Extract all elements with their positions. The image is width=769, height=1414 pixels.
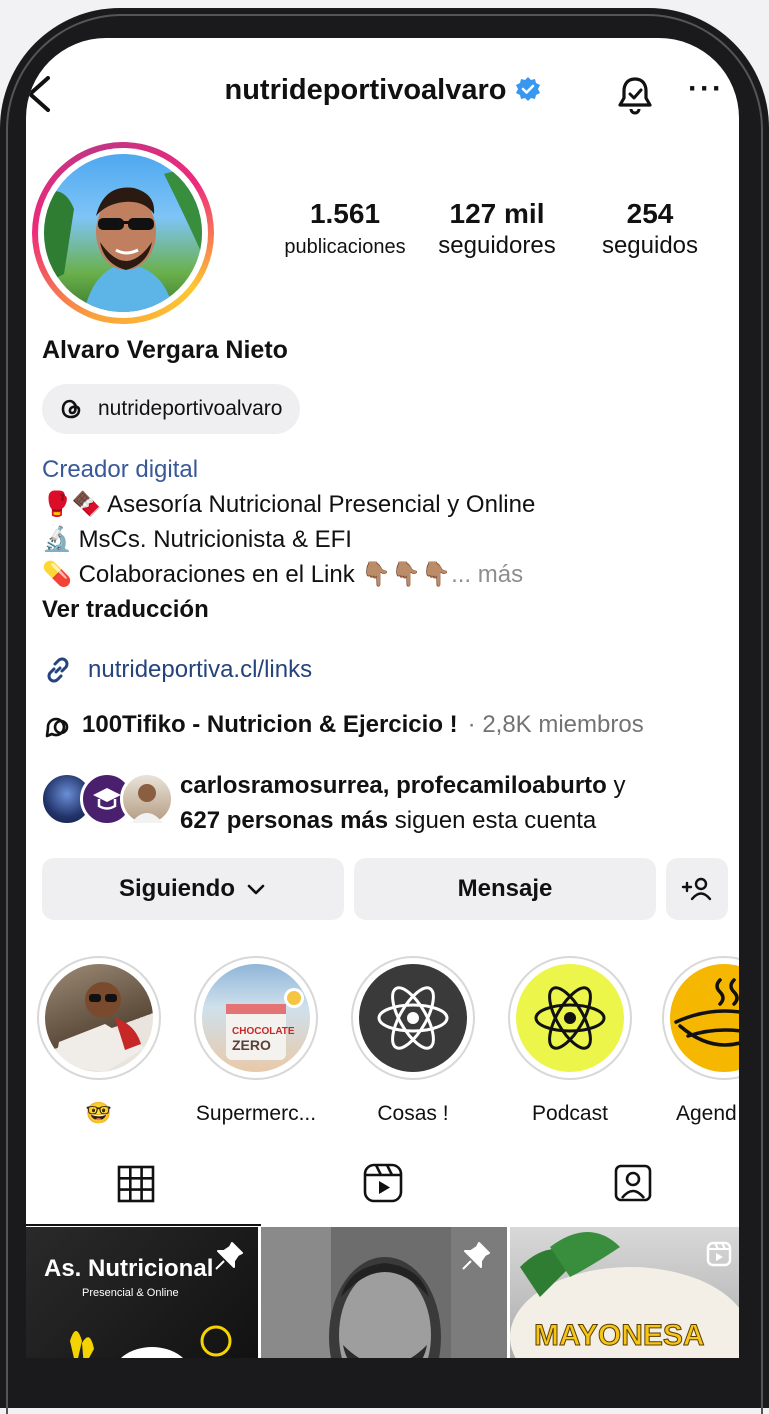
post-tile-1[interactable]: As. Nutricional Presencial & Online: [26, 1227, 258, 1358]
stat-following-label: seguidos: [601, 232, 699, 259]
stat-followers[interactable]: 127 mil seguidores: [426, 198, 568, 260]
followed-by-names: carlosramosurrea, profecamiloaburto: [180, 772, 607, 799]
highlight-2[interactable]: CHOCOLATE ZERO Supermerc...: [191, 956, 321, 1126]
post-title: As. Nutricional: [44, 1255, 214, 1282]
post-title: MAYONESA: [534, 1319, 706, 1353]
followed-by-avatars[interactable]: [40, 770, 174, 830]
avatar-photo: [44, 154, 202, 312]
stat-followers-label: seguidores: [438, 232, 556, 259]
bio-emoji: 🔬: [42, 526, 72, 553]
message-button-label: Mensaje: [457, 875, 553, 902]
bio-text: Colaboraciones en el Link 👇🏽👇🏽👇🏽: [78, 561, 452, 588]
bio-emoji: 💊: [42, 561, 72, 588]
message-button[interactable]: Mensaje: [354, 858, 656, 920]
highlight-label: Cosas !: [377, 1102, 449, 1125]
stat-posts[interactable]: 1.561 publicaciones: [276, 198, 414, 259]
tagged-icon[interactable]: [612, 1162, 654, 1209]
highlight-cover: CHOCOLATE ZERO: [202, 964, 310, 1072]
stat-followers-value: 127 mil: [449, 198, 545, 229]
highlight-1[interactable]: 🤓: [34, 956, 164, 1126]
community-icon: [45, 717, 69, 738]
post-tile-2[interactable]: [261, 1227, 507, 1358]
threads-handle: nutrideportivoalvaro: [98, 397, 283, 420]
food-bowl-icon: [674, 978, 739, 1047]
grid-icon[interactable]: [116, 1164, 156, 1209]
highlight-cover: [45, 964, 153, 1072]
reels-icon[interactable]: [362, 1162, 404, 1209]
profile-link[interactable]: nutrideportiva.cl/links: [42, 654, 312, 686]
active-tab-indicator: [26, 1224, 261, 1226]
category-label: Creador digital: [42, 456, 199, 483]
pin-icon: [462, 1242, 490, 1270]
stat-posts-label: publicaciones: [284, 236, 406, 258]
highlight-label: 🤓: [85, 1102, 113, 1125]
bio-more-link[interactable]: ... más: [451, 561, 523, 588]
threads-icon: [61, 399, 81, 419]
threads-badge[interactable]: nutrideportivoalvaro: [42, 384, 301, 434]
highlight-cover: [670, 964, 739, 1072]
reel-badge-icon: [706, 1241, 732, 1267]
followed-by-others: 627 personas más: [180, 807, 389, 834]
bio: Creador digital 🥊🍫 Asesoría Nutricional …: [42, 452, 535, 627]
community-members: · 2,8K miembros: [467, 711, 644, 738]
highlight-5[interactable]: Agend: [662, 956, 739, 1126]
highlight-cover: [516, 964, 624, 1072]
post-tile-3[interactable]: MAYONESA: [510, 1227, 739, 1358]
bio-line: 🔬 MsCs. Nutricionista & EFI: [42, 522, 535, 557]
community-row[interactable]: 100Tifiko - Nutricion & Ejercicio ! · 2,8…: [42, 710, 644, 740]
add-person-button[interactable]: [666, 858, 728, 920]
stat-following[interactable]: 254 seguidos: [586, 198, 714, 260]
chevron-down-icon: [247, 884, 265, 895]
bio-line: 🥊🍫 Asesoría Nutricional Presencial y Onl…: [42, 487, 535, 522]
stat-following-value: 254: [626, 198, 674, 229]
bio-emoji: 🥊🍫: [42, 491, 102, 518]
highlight-4[interactable]: Podcast: [505, 956, 635, 1126]
translate-link[interactable]: Ver traducción: [42, 592, 535, 627]
highlight-label: Agend: [676, 1102, 737, 1125]
avatar[interactable]: [32, 142, 214, 324]
highlight-cover: [359, 964, 467, 1072]
post-subtitle: Presencial & Online: [82, 1287, 179, 1299]
highlight-label: Podcast: [532, 1102, 608, 1125]
followed-by-text[interactable]: carlosramosurrea, profecamiloaburto y 62…: [180, 768, 625, 838]
atom-icon: [534, 986, 606, 1050]
svg-text:ZERO: ZERO: [232, 1037, 271, 1053]
following-button-label: Siguiendo: [119, 875, 235, 902]
community-name: 100Tifiko - Nutricion & Ejercicio !: [82, 711, 458, 738]
more-icon[interactable]: ···: [688, 72, 724, 106]
pin-icon: [215, 1242, 243, 1270]
add-person-icon: [681, 877, 712, 901]
highlight-label: Supermerc...: [195, 1102, 317, 1125]
username-text: nutrideportivoalvaro: [224, 74, 507, 106]
followed-by-joiner: y: [606, 772, 626, 799]
bio-line: 💊 Colaboraciones en el Link 👇🏽👇🏽👇🏽... má…: [42, 557, 535, 592]
profile-screen: nutrideportivoalvaro ··· 1.561 publicaci…: [26, 38, 739, 1358]
atom-icon: [377, 986, 449, 1050]
svg-text:CHOCOLATE: CHOCOLATE: [232, 1026, 295, 1037]
stat-posts-value: 1.561: [309, 198, 381, 229]
link-icon: [47, 657, 69, 683]
followed-by-suffix: siguen esta cuenta: [388, 807, 597, 834]
link-text: nutrideportiva.cl/links: [88, 656, 313, 683]
following-button[interactable]: Siguiendo: [42, 858, 344, 920]
highlight-3[interactable]: Cosas !: [348, 956, 478, 1126]
follower-avatar: [120, 772, 174, 826]
display-name: Alvaro Vergara Nieto: [42, 336, 288, 364]
verified-badge-icon: [515, 77, 540, 101]
bio-text: Asesoría Nutricional Presencial y Online: [107, 491, 536, 518]
bio-text: MsCs. Nutricionista & EFI: [78, 526, 352, 553]
bell-icon[interactable]: [614, 74, 656, 121]
